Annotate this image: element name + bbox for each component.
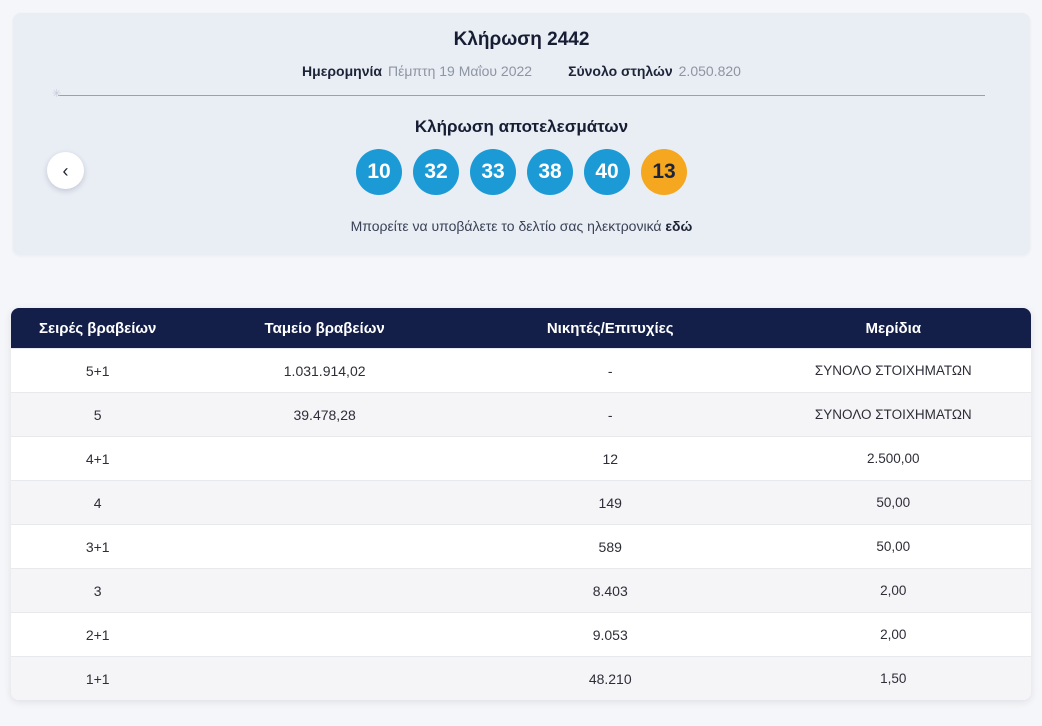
number-ball: 38 [527, 149, 573, 195]
winners-cell: 589 [598, 538, 622, 555]
tier-cell: 4+1 [85, 450, 110, 467]
column-header-fund: Ταμείο βραβείων [264, 319, 385, 337]
tier-cell: 2+1 [85, 626, 110, 643]
total-columns-value: 2.050.820 [678, 63, 741, 79]
table-row: 3+1 589 50,00 [11, 524, 1031, 568]
table-row: 5+1 1.031.914,02 - ΣΥΝΟΛΟ ΣΤΟΙΧΗΜΑΤΩΝ [11, 348, 1031, 392]
winners-cell: 149 [598, 494, 622, 511]
share-cell: 2.500,00 [866, 451, 920, 466]
table-row: 2+1 9.053 2,00 [11, 612, 1031, 656]
table-row: 5 39.478,28 - ΣΥΝΟΛΟ ΣΤΟΙΧΗΜΑΤΩΝ [11, 392, 1031, 436]
share-cell: 50,00 [876, 495, 911, 510]
column-header-tiers: Σειρές βραβείων [38, 319, 157, 337]
table-header-row: Σειρές βραβείων Ταμείο βραβείων Νικητές/… [11, 308, 1031, 348]
divider-line [58, 95, 985, 96]
total-columns: Σύνολο στηλών 2.050.820 [568, 63, 741, 79]
tier-cell: 4 [93, 494, 102, 511]
tier-cell: 5+1 [85, 362, 110, 379]
table-row: 4+1 12 2.500,00 [11, 436, 1031, 480]
tier-cell: 1+1 [85, 670, 110, 687]
number-ball: 40 [584, 149, 630, 195]
draw-card: Κλήρωση 2442 Ημερομηνία Πέμπτη 19 Μαΐου … [13, 13, 1030, 255]
tier-cell: 3+1 [85, 538, 110, 555]
tier-cell: 3 [93, 582, 102, 599]
share-cell: 50,00 [876, 539, 911, 554]
winners-cell: 12 [602, 450, 619, 467]
winners-cell: 9.053 [592, 626, 628, 643]
share-cell: 1,50 [880, 671, 907, 686]
submit-text: Μπορείτε να υποβάλετε το δελτίο σας ηλεκ… [350, 218, 662, 234]
previous-draw-button[interactable]: ‹ [47, 152, 84, 189]
tier-cell: 5 [93, 406, 102, 423]
table-row: 4 149 50,00 [11, 480, 1031, 524]
fund-cell: 1.031.914,02 [283, 362, 366, 379]
card-divider: ✳ [52, 88, 985, 100]
winners-cell: 8.403 [592, 582, 628, 599]
draw-date-value: Πέμπτη 19 Μαΐου 2022 [387, 63, 533, 79]
draw-date-label: Ημερομηνία [302, 63, 382, 79]
share-cell: 2,00 [880, 583, 907, 598]
joker-ball: 13 [641, 149, 687, 195]
share-cell: 2,00 [880, 627, 907, 642]
table-row: 3 8.403 2,00 [11, 568, 1031, 612]
share-cell: ΣΥΝΟΛΟ ΣΤΟΙΧΗΜΑΤΩΝ [814, 363, 972, 378]
number-ball: 33 [470, 149, 516, 195]
fund-cell: 39.478,28 [293, 406, 356, 423]
winners-cell: 48.210 [588, 670, 632, 687]
column-header-winners: Νικητές/Επιτυχίες [546, 319, 674, 337]
share-cell: ΣΥΝΟΛΟ ΣΤΟΙΧΗΜΑΤΩΝ [814, 407, 972, 422]
winners-cell: - [607, 406, 613, 423]
number-ball: 10 [356, 149, 402, 195]
winning-numbers: 10 32 33 38 40 13 [13, 149, 1030, 195]
draw-title: Κλήρωση 2442 [453, 29, 590, 50]
chevron-left-icon: ‹ [62, 160, 69, 181]
draw-meta: Ημερομηνία Πέμπτη 19 Μαΐου 2022 Σύνολο σ… [13, 63, 1030, 79]
total-columns-label: Σύνολο στηλών [568, 63, 673, 79]
submit-line: Μπορείτε να υποβάλετε το δελτίο σας ηλεκ… [13, 218, 1030, 234]
submit-here-link[interactable]: εδώ [665, 218, 692, 234]
winners-cell: - [607, 362, 613, 379]
asterisk-icon: ✳ [52, 88, 62, 100]
column-header-share: Μερίδια [865, 319, 922, 337]
number-ball: 32 [413, 149, 459, 195]
results-heading: Κλήρωση αποτελεσμάτων [414, 117, 629, 136]
draw-date: Ημερομηνία Πέμπτη 19 Μαΐου 2022 [302, 63, 532, 79]
table-row: 1+1 48.210 1,50 [11, 656, 1031, 700]
prizes-table: Σειρές βραβείων Ταμείο βραβείων Νικητές/… [11, 308, 1031, 700]
